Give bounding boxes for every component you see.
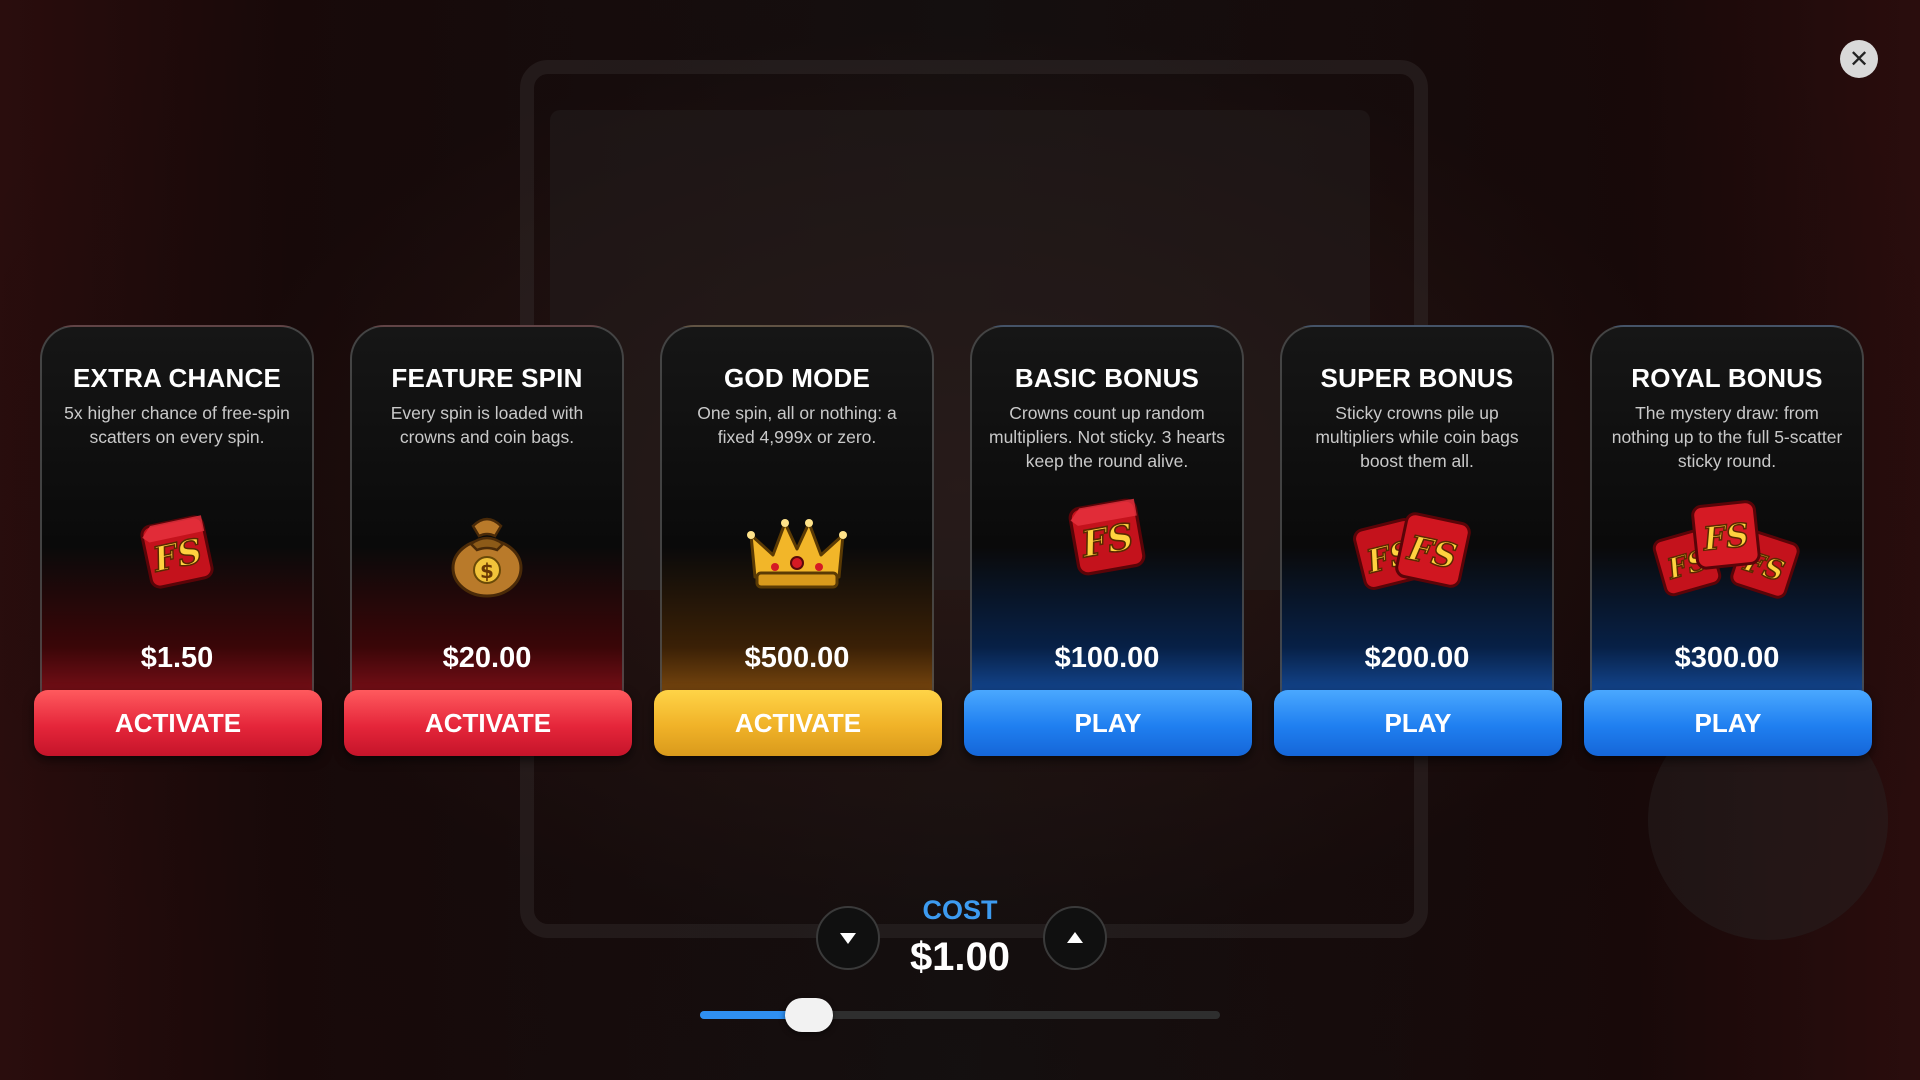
card-price: $300.00 [1674,642,1780,674]
card-feature-spin: FEATURE SPIN Every spin is loaded with c… [344,325,632,756]
fs-dice-pair-icon: FS FS [1282,492,1552,612]
card-title: FEATURE SPIN [391,363,583,393]
card-price: $1.50 [140,642,214,674]
cost-slider-thumb[interactable] [785,998,833,1032]
close-icon: ✕ [1848,45,1870,73]
card-description: 5x higher chance of free-spin scatters o… [64,403,290,447]
crown-icon [662,492,932,612]
activate-button-extra-chance[interactable]: ACTIVATE [34,690,322,756]
card-title: BASIC BONUS [1014,363,1200,393]
svg-text:$: $ [480,559,494,583]
card-title: GOD MODE [723,363,871,393]
close-button[interactable]: ✕ [1840,40,1878,78]
card-description: The mystery draw: from nothing up to the… [1611,403,1843,471]
fs-die-icon: FS [972,477,1242,597]
svg-text:FS: FS [1700,516,1751,559]
chevron-down-icon [840,933,856,944]
card-price: $20.00 [442,642,532,674]
fs-dice-triple-icon: FS FS FS [1592,492,1862,612]
card-description: Sticky crowns pile up multipliers while … [1315,403,1519,471]
card-royal-bonus: ROYAL BONUS The mystery draw: from nothi… [1584,325,1872,756]
card-description: Crowns count up random multipliers. Not … [989,403,1225,471]
card-god-mode: GOD MODE One spin, all or nothing: a fix… [654,325,942,756]
cost-label: COST [922,895,998,925]
card-super-bonus: SUPER BONUS Sticky crowns pile up multip… [1274,325,1562,756]
coin-bag-icon: $ [352,492,622,612]
card-price: $200.00 [1364,642,1470,674]
feature-buy-cards: EXTRA CHANCE 5x higher chance of free-sp… [34,325,1880,760]
card-price: $500.00 [744,642,850,674]
activate-button-feature-spin[interactable]: ACTIVATE [344,690,632,756]
cost-value: $1.00 [909,935,1011,979]
card-price: $100.00 [1054,642,1160,674]
cost-slider[interactable] [700,998,1220,1032]
play-button-royal-bonus[interactable]: PLAY [1584,690,1872,756]
chevron-up-icon [1067,932,1083,943]
play-button-super-bonus[interactable]: PLAY [1274,690,1562,756]
svg-text:FS: FS [1077,515,1137,567]
card-title: EXTRA CHANCE [72,363,281,393]
card-title: SUPER BONUS [1320,363,1514,393]
card-description: One spin, all or nothing: a fixed 4,999x… [697,403,897,447]
card-description: Every spin is loaded with crowns and coi… [390,403,584,447]
fs-die-icon: FS [42,492,312,612]
cost-increase-button[interactable] [1043,906,1107,970]
play-button-basic-bonus[interactable]: PLAY [964,690,1252,756]
activate-button-god-mode[interactable]: ACTIVATE [654,690,942,756]
card-title: ROYAL BONUS [1631,363,1823,393]
card-extra-chance: EXTRA CHANCE 5x higher chance of free-sp… [34,325,322,756]
card-basic-bonus: BASIC BONUS Crowns count up random multi… [964,325,1252,756]
